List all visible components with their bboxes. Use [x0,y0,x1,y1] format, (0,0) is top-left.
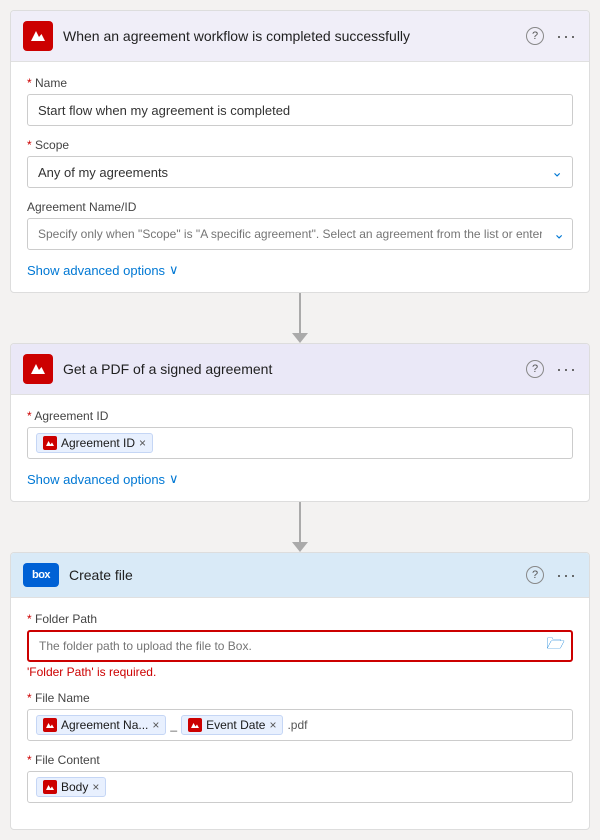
box-logo-icon: box [23,563,59,587]
body-tag: Body × [36,777,106,797]
folder-path-input[interactable] [27,630,573,662]
scope-select[interactable]: Any of my agreements [27,156,573,188]
event-date-tag-adobe-icon [188,718,202,732]
arrow-line-1 [299,293,301,333]
event-date-tag: Event Date × [181,715,283,735]
folder-path-field-group: * Folder Path 🗁 'Folder Path' is require… [27,612,573,679]
file-name-pdf-suffix: .pdf [287,718,307,732]
scope-field-group: * Scope Any of my agreements ⌄ [27,138,573,188]
trigger-more-icon[interactable]: ··· [556,26,577,47]
agreement-na-tag-text: Agreement Na... [61,718,148,732]
body-tag-text: Body [61,780,88,794]
box-more-icon[interactable]: ··· [556,565,577,586]
folder-path-input-wrapper: 🗁 [27,630,573,662]
event-date-tag-text: Event Date [206,718,265,732]
file-content-tag-input[interactable]: Body × [27,771,573,803]
trigger-card-body: * Name * Scope Any of my agreements ⌄ [11,62,589,292]
name-label: * Name [27,76,573,90]
file-name-tag-input[interactable]: Agreement Na... × _ Event Date × .pdf [27,709,573,741]
trigger-show-advanced[interactable]: Show advanced options ∨ [27,262,573,278]
agreement-id-tag: Agreement ID × [36,433,153,453]
scope-select-wrapper: Any of my agreements ⌄ [27,156,573,188]
box-card-header: box Create file ? ··· [11,553,589,598]
adobe-trigger-icon [23,21,53,51]
agreement-name-input-wrapper: ⌄ [27,218,573,250]
arrow-line-2 [299,502,301,542]
name-field-group: * Name [27,76,573,126]
trigger-title: When an agreement workflow is completed … [63,28,516,44]
pdf-header-actions: ? ··· [526,359,577,380]
agreement-name-label: Agreement Name/ID [27,200,573,214]
agreement-id-tag-adobe-icon [43,436,57,450]
arrow-connector-1 [292,293,308,343]
name-input[interactable] [27,94,573,126]
scope-label: * Scope [27,138,573,152]
agreement-na-tag-adobe-icon [43,718,57,732]
folder-path-error: 'Folder Path' is required. [27,665,573,679]
pdf-card-header: Get a PDF of a signed agreement ? ··· [11,344,589,395]
trigger-header-actions: ? ··· [526,26,577,47]
pdf-help-icon[interactable]: ? [526,360,544,378]
agreement-na-tag: Agreement Na... × [36,715,166,735]
event-date-tag-close[interactable]: × [269,719,276,731]
box-help-icon[interactable]: ? [526,566,544,584]
file-name-separator: _ [170,718,177,732]
pdf-more-icon[interactable]: ··· [556,359,577,380]
box-title: Create file [69,567,516,583]
trigger-card: When an agreement workflow is completed … [10,10,590,293]
agreement-id-tag-text: Agreement ID [61,436,135,450]
arrow-head-1 [292,333,308,343]
agreement-id-field-group: * Agreement ID Agreement ID × [27,409,573,459]
box-header-actions: ? ··· [526,565,577,586]
agreement-id-label: * Agreement ID [27,409,573,423]
file-name-label: * File Name [27,691,573,705]
body-tag-close[interactable]: × [92,781,99,793]
agreement-id-tag-input[interactable]: Agreement ID × [27,427,573,459]
agreement-id-tag-close[interactable]: × [139,437,146,449]
folder-path-folder-icon: 🗁 [546,634,565,659]
file-content-field-group: * File Content Body × [27,753,573,803]
pdf-card-body: * Agreement ID Agreement ID × [11,395,589,501]
body-tag-adobe-icon [43,780,57,794]
box-card-body: * Folder Path 🗁 'Folder Path' is require… [11,598,589,829]
box-card: box Create file ? ··· * Folder Path 🗁 'F… [10,552,590,830]
trigger-help-icon[interactable]: ? [526,27,544,45]
arrow-head-2 [292,542,308,552]
agreement-name-chevron-icon: ⌄ [553,226,565,243]
pdf-advanced-chevron-icon: ∨ [169,471,179,487]
folder-path-label: * Folder Path [27,612,573,626]
arrow-connector-2 [292,502,308,552]
adobe-pdf-icon [23,354,53,384]
agreement-name-input[interactable] [27,218,573,250]
file-content-label: * File Content [27,753,573,767]
trigger-advanced-chevron-icon: ∨ [169,262,179,278]
flow-container: When an agreement workflow is completed … [10,10,590,830]
pdf-card: Get a PDF of a signed agreement ? ··· * … [10,343,590,502]
agreement-name-field-group: Agreement Name/ID ⌄ [27,200,573,250]
agreement-na-tag-close[interactable]: × [152,719,159,731]
pdf-show-advanced[interactable]: Show advanced options ∨ [27,471,573,487]
pdf-title: Get a PDF of a signed agreement [63,361,516,377]
file-name-field-group: * File Name Agreement Na... × _ [27,691,573,741]
trigger-card-header: When an agreement workflow is completed … [11,11,589,62]
